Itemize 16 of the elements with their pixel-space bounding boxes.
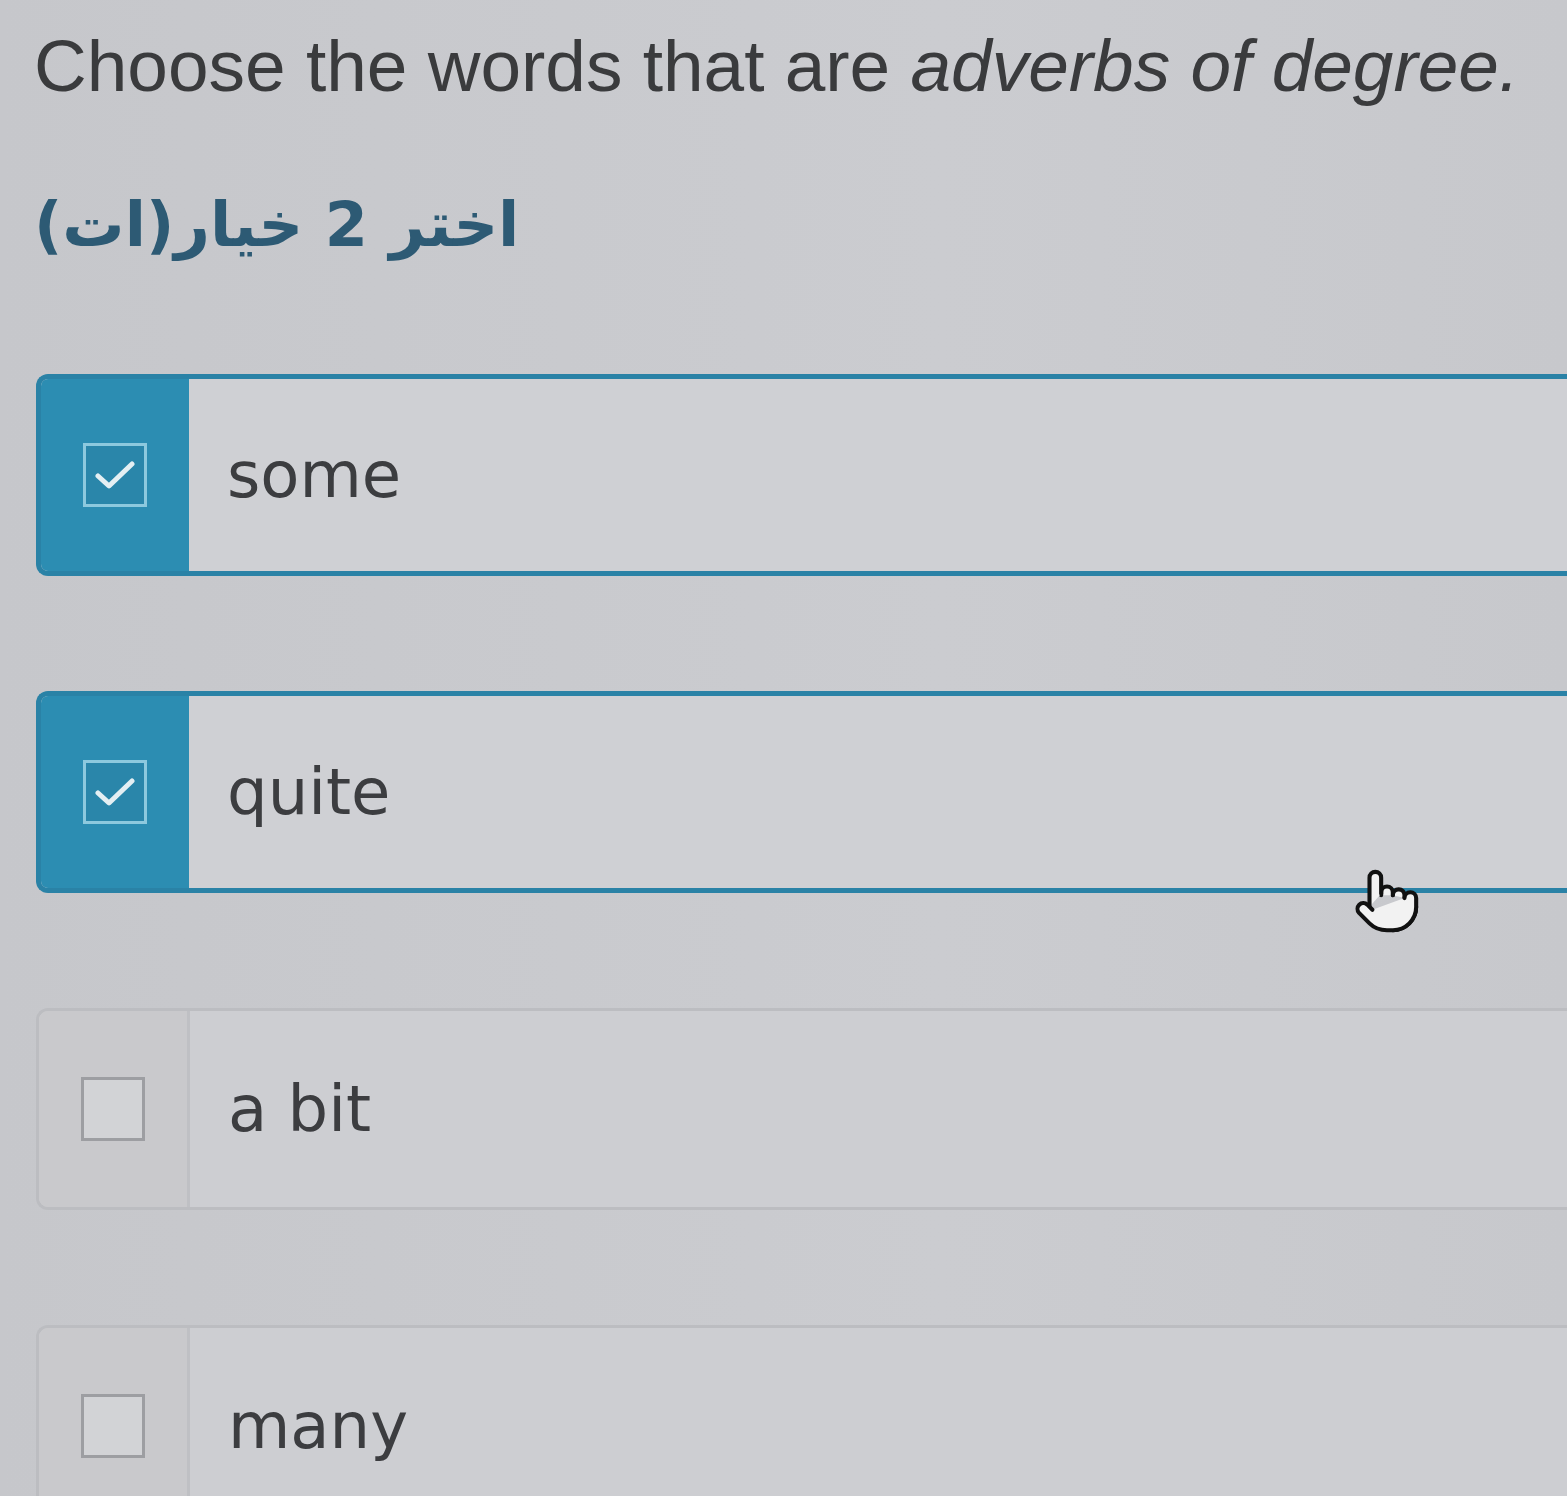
option-label: a bit	[228, 1070, 372, 1148]
checkbox[interactable]	[81, 1077, 145, 1142]
check-icon	[95, 460, 135, 491]
checkbox[interactable]	[83, 760, 147, 825]
check-icon	[95, 777, 135, 808]
answer-option[interactable]: many	[36, 1325, 1567, 1496]
instruction-text: اختر 2 خيار(ات)	[34, 186, 520, 263]
answer-option[interactable]: a bit	[36, 1008, 1567, 1211]
answer-option[interactable]: quite	[36, 691, 1567, 894]
option-label: many	[228, 1387, 408, 1465]
checkbox[interactable]	[83, 443, 147, 508]
question-text: Choose the words that are adverbs of degree.	[34, 24, 1520, 108]
option-label: quite	[227, 753, 391, 831]
checkbox[interactable]	[81, 1394, 145, 1459]
answer-option[interactable]: some	[36, 374, 1567, 577]
option-label: some	[227, 436, 402, 514]
